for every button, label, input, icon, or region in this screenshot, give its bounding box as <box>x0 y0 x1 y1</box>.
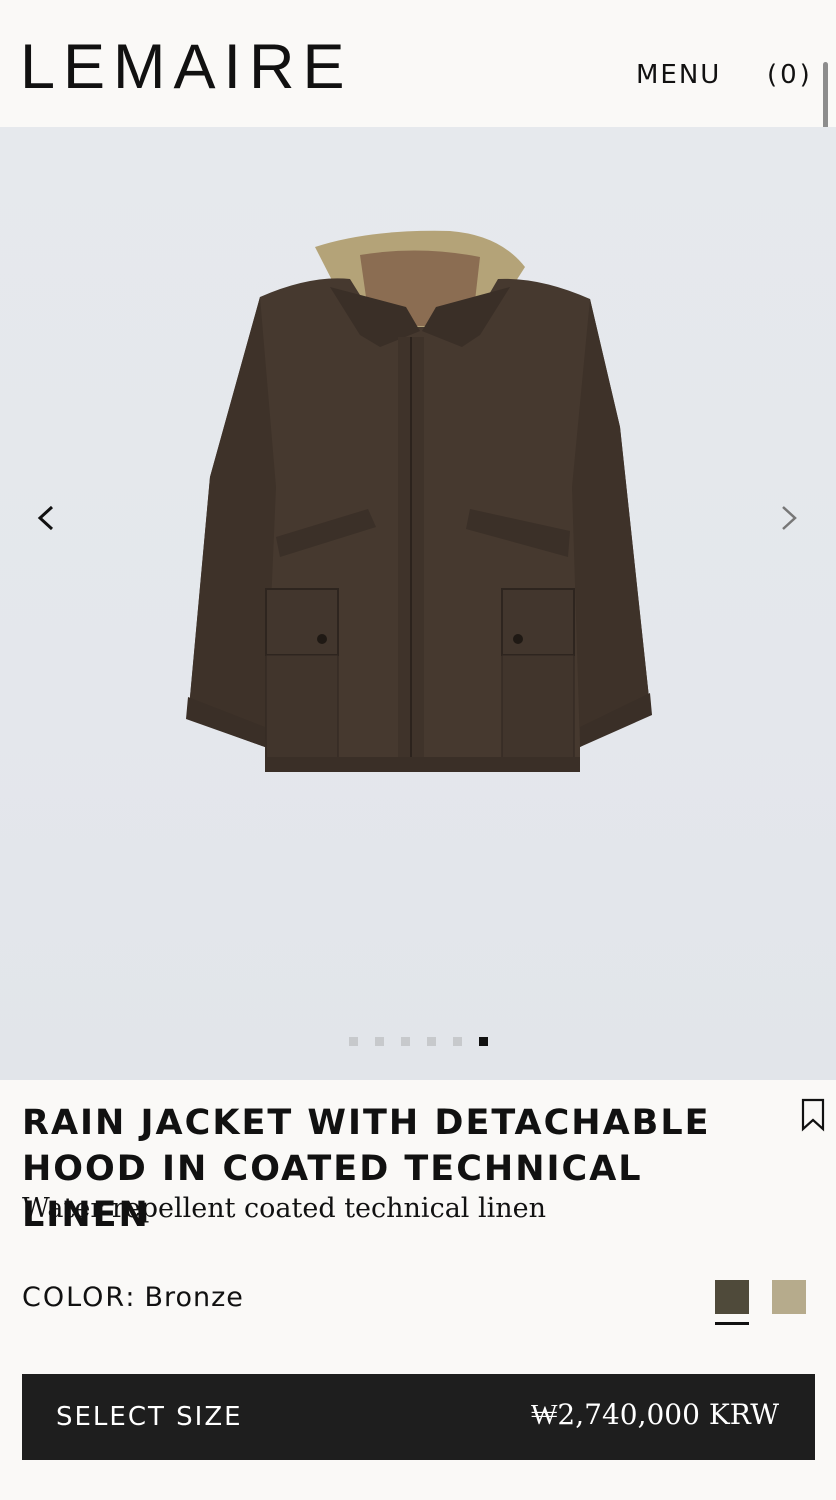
product-info: RAIN JACKET WITH DETACHABLE HOOD IN COAT… <box>0 1080 836 1500</box>
slide-dot-5[interactable] <box>453 1037 462 1046</box>
color-swatch-sand[interactable] <box>772 1280 806 1314</box>
slide-indicators <box>349 1037 488 1046</box>
chevron-left-icon[interactable] <box>30 501 64 535</box>
product-image <box>186 230 652 772</box>
select-size-button[interactable]: SELECT SIZE ₩2,740,000 KRW <box>22 1374 815 1460</box>
shopping-bag-button[interactable]: (0) <box>767 60 813 90</box>
color-value: Bronze <box>144 1282 244 1313</box>
color-selector-label: COLOR: Bronze <box>22 1282 244 1313</box>
chevron-right-icon[interactable] <box>773 501 807 535</box>
product-subtitle: Water repellent coated technical linen <box>22 1193 547 1224</box>
selected-swatch-indicator <box>715 1322 749 1325</box>
slide-dot-6-active[interactable] <box>479 1037 488 1046</box>
color-swatch-bronze[interactable] <box>715 1280 749 1314</box>
color-label: COLOR: <box>22 1282 137 1313</box>
select-size-label: SELECT SIZE <box>56 1402 243 1432</box>
slide-dot-2[interactable] <box>375 1037 384 1046</box>
menu-button[interactable]: MENU <box>636 60 721 90</box>
product-price: ₩2,740,000 KRW <box>531 1398 779 1431</box>
site-header: LEMAIRE MENU (0) <box>0 0 836 127</box>
bookmark-icon[interactable] <box>800 1098 826 1132</box>
slide-dot-4[interactable] <box>427 1037 436 1046</box>
slide-dot-3[interactable] <box>401 1037 410 1046</box>
brand-logo[interactable]: LEMAIRE <box>20 36 353 99</box>
product-image-gallery[interactable] <box>0 127 836 1080</box>
slide-dot-1[interactable] <box>349 1037 358 1046</box>
